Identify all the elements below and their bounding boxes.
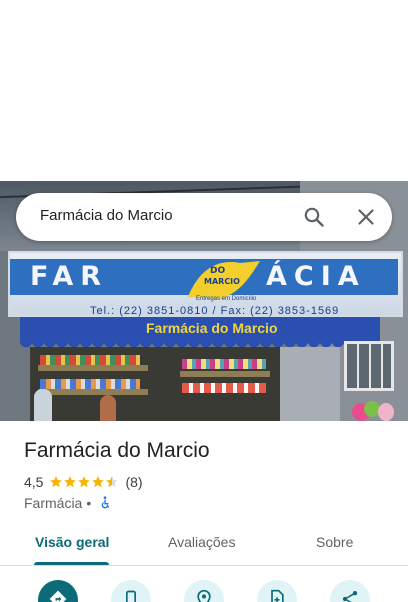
directions-button[interactable]	[38, 580, 78, 602]
action-buttons	[0, 578, 408, 602]
store-goods	[40, 379, 140, 389]
photo-person	[100, 395, 116, 421]
star-icon	[78, 476, 91, 488]
share-button[interactable]	[330, 580, 370, 602]
add-document-icon	[271, 589, 284, 602]
store-goods	[182, 359, 266, 369]
star-icon	[50, 476, 63, 488]
category-row: Farmácia •	[24, 494, 113, 512]
search-icon[interactable]	[302, 205, 326, 229]
star-half-icon	[106, 476, 119, 488]
store-logo: DO MARCIO	[188, 261, 260, 299]
directions-icon	[49, 590, 67, 602]
store-sign-subtitle: Entregas em Domicílio	[196, 296, 257, 302]
photo-person	[34, 389, 52, 421]
store-goods	[40, 355, 140, 365]
store-sign-phone: Tel.: (22) 3851-0810 / Fax: (22) 3853-15…	[90, 305, 340, 317]
store-shelf	[38, 365, 148, 371]
wheelchair-accessible-icon	[101, 496, 110, 509]
place-page: FAR ÁCIA DO MARCIO Entregas em Domicílio…	[0, 0, 408, 602]
place-tabs: Visão geral Avaliações Sobre	[0, 522, 408, 566]
store-shelf	[38, 389, 148, 395]
separator: •	[86, 495, 92, 511]
close-icon[interactable]	[354, 205, 378, 229]
store-logo-line2: MARCIO	[204, 277, 240, 286]
rating-stars	[49, 475, 119, 489]
save-location-icon	[197, 589, 211, 602]
share-icon	[342, 591, 358, 602]
place-category: Farmácia	[24, 495, 83, 511]
search-bar[interactable]: Farmácia do Marcio	[16, 193, 392, 241]
tab-overview[interactable]: Visão geral	[35, 534, 109, 550]
tab-indicator	[34, 562, 109, 565]
tab-reviews[interactable]: Avaliações	[168, 534, 235, 550]
send-to-phone-button[interactable]	[257, 580, 297, 602]
save-button[interactable]	[184, 580, 224, 602]
review-count[interactable]: (8)	[125, 474, 142, 490]
call-button[interactable]	[111, 580, 151, 602]
store-awning-text: Farmácia do Marcio	[146, 320, 278, 336]
store-logo-line1: DO	[210, 266, 225, 276]
tab-about[interactable]: Sobre	[316, 534, 353, 550]
rating-row[interactable]: 4,5 (8)	[24, 473, 143, 491]
store-door	[280, 347, 340, 421]
star-icon	[92, 476, 105, 488]
place-title: Farmácia do Marcio	[24, 439, 210, 462]
photo-balloon	[378, 403, 394, 421]
phone-icon	[126, 590, 136, 602]
store-sign-text-right: ÁCIA	[266, 261, 366, 292]
store-interior	[30, 347, 280, 421]
search-input[interactable]: Farmácia do Marcio	[40, 207, 173, 224]
store-sign-text-left: FAR	[30, 261, 109, 292]
store-shelf	[180, 371, 270, 377]
building-window	[344, 341, 394, 391]
store-goods	[182, 383, 266, 393]
star-icon	[64, 476, 77, 488]
rating-value: 4,5	[24, 474, 44, 490]
